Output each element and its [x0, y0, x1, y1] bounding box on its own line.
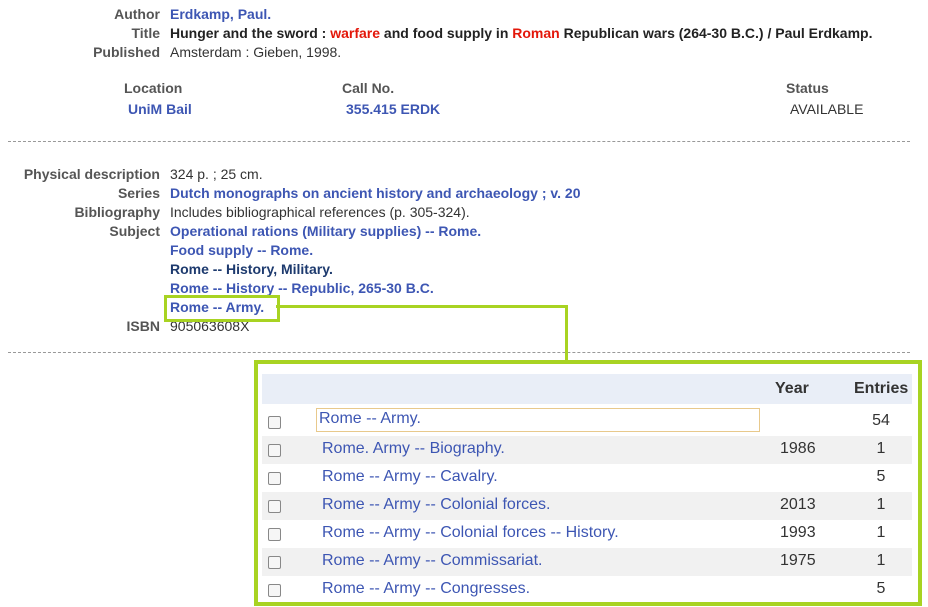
browse-row-year: 1986 [780, 440, 816, 457]
subject-browse-panel: Year Entries Rome -- Army. 54 Rome. Army… [254, 360, 922, 606]
year-column-header: Year [775, 380, 809, 397]
browse-row-link[interactable]: Rome -- Army. [316, 408, 760, 432]
row-checkbox[interactable] [268, 500, 281, 513]
author-link[interactable]: Erdkamp, Paul. [170, 6, 271, 22]
browse-row: Rome -- Army -- Cavalry. 5 [262, 464, 912, 492]
status-value: AVAILABLE [790, 101, 864, 117]
subject-link[interactable]: Food supply -- Rome. [170, 242, 313, 258]
subject-label: Subject [109, 223, 160, 239]
physical-label: Physical description [23, 166, 160, 182]
row-checkbox[interactable] [268, 472, 281, 485]
title-value: Hunger and the sword : warfare and food … [170, 25, 872, 41]
callno-link[interactable]: 355.415 ERDK [346, 101, 440, 117]
published-label: Published [93, 44, 160, 60]
browse-row: Rome -- Army -- Commissariat. 1975 1 [262, 548, 912, 576]
browse-row-entries: 1 [876, 496, 886, 513]
row-checkbox[interactable] [268, 528, 281, 541]
title-text-2: and food supply in [380, 25, 513, 41]
browse-row-year: 2013 [780, 496, 816, 513]
browse-row: Rome -- Army -- Colonial forces -- Histo… [262, 520, 912, 548]
browse-row: Rome. Army -- Biography. 1986 1 [262, 436, 912, 464]
bibliography-value: Includes bibliographical references (p. … [170, 204, 470, 220]
title-text-1: Hunger and the sword : [170, 25, 331, 41]
series-label: Series [117, 185, 160, 201]
row-checkbox[interactable] [268, 416, 281, 429]
browse-row-link[interactable]: Rome -- Army -- Colonial forces. [322, 496, 551, 514]
row-checkbox[interactable] [268, 556, 281, 569]
row-checkbox[interactable] [268, 584, 281, 597]
browse-row-entries: 5 [876, 580, 886, 597]
title-highlight-roman: Roman [512, 25, 560, 41]
browse-row-link[interactable]: Rome. Army -- Biography. [322, 440, 505, 458]
title-highlight-warfare: warfare [330, 25, 381, 41]
callout-highlight-box [164, 295, 280, 322]
browse-row-entries: 1 [876, 440, 886, 457]
browse-row: Rome -- Army -- Colonial forces. 2013 1 [262, 492, 912, 520]
location-link[interactable]: UniM Bail [128, 101, 192, 117]
subject-link[interactable]: Operational rations (Military supplies) … [170, 223, 481, 239]
browse-row-link[interactable]: Rome -- Army -- Colonial forces -- Histo… [322, 524, 619, 542]
isbn-label: ISBN [126, 318, 160, 334]
browse-row-link[interactable]: Rome -- Army -- Commissariat. [322, 552, 542, 570]
browse-row-year: 1993 [780, 524, 816, 541]
author-label: Author [114, 6, 160, 22]
browse-row-year: 1975 [780, 552, 816, 569]
row-checkbox[interactable] [268, 444, 281, 457]
callno-header: Call No. [342, 80, 395, 96]
browse-row-entries: 5 [876, 468, 886, 485]
bibliography-label: Bibliography [74, 204, 160, 220]
browse-table-header: Year Entries [262, 374, 912, 404]
subject-link[interactable]: Rome -- History, Military. [170, 261, 333, 277]
author-name[interactable]: Erdkamp, Paul. [170, 6, 271, 22]
title-text-3: Republican wars (264-30 B.C.) / Paul Erd… [559, 25, 873, 41]
callout-connector [276, 305, 568, 308]
published-value: Amsterdam : Gieben, 1998. [170, 44, 342, 60]
browse-row-entries: 1 [876, 524, 886, 541]
browse-row-link[interactable]: Rome -- Army -- Cavalry. [322, 468, 498, 486]
divider [8, 141, 910, 142]
divider [8, 352, 910, 353]
entries-column-header: Entries [854, 380, 909, 397]
browse-row-entries: 54 [872, 412, 890, 429]
status-header: Status [786, 80, 829, 96]
subject-link[interactable]: Rome -- History -- Republic, 265-30 B.C. [170, 280, 434, 296]
browse-row-entries: 1 [876, 552, 886, 569]
browse-row: Rome -- Army. 54 [262, 408, 912, 436]
series-link[interactable]: Dutch monographs on ancient history and … [170, 185, 580, 201]
callout-connector [565, 305, 568, 362]
browse-row-link[interactable]: Rome -- Army -- Congresses. [322, 580, 530, 598]
browse-row: Rome -- Army -- Congresses. 5 [262, 576, 912, 602]
title-label: Title [131, 25, 160, 41]
location-header: Location [124, 80, 183, 96]
physical-value: 324 p. ; 25 cm. [170, 166, 263, 182]
